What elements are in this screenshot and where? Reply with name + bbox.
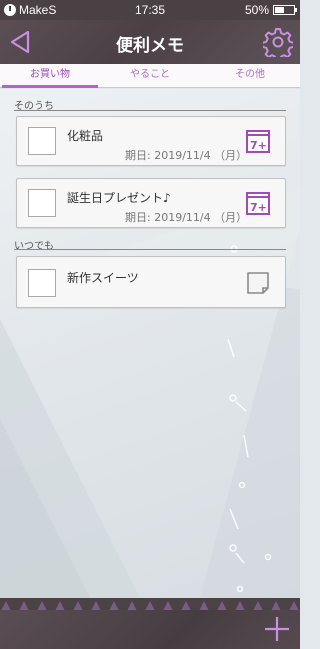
category-tabs: お買い物 やること その他 (0, 64, 300, 88)
add-memo-button[interactable] (262, 614, 292, 644)
page-title: 便利メモ (116, 36, 184, 56)
section-divider (14, 249, 286, 250)
memo-due-date: 期日: 2019/11/4 （月） (125, 149, 248, 162)
memo-checkbox[interactable] (28, 189, 56, 217)
memo-note-icon[interactable] (245, 270, 271, 296)
bottom-bar (0, 610, 300, 649)
gear-icon (261, 28, 295, 62)
status-bar: MakeS 17:35 50% (0, 0, 300, 20)
memo-checkbox[interactable] (28, 269, 56, 297)
svg-text:7+: 7+ (250, 201, 267, 214)
app-header: 便利メモ (0, 20, 300, 64)
tab-other[interactable]: その他 (200, 64, 300, 87)
footer-decoration (0, 598, 300, 613)
section-divider (14, 110, 286, 111)
settings-button[interactable] (261, 27, 295, 62)
memo-title: 誕生日プレゼント♪ (67, 191, 171, 205)
tab-shopping[interactable]: お買い物 (0, 64, 100, 88)
calendar-plus-icon[interactable]: 7+ (245, 128, 271, 154)
memo-item[interactable]: 新作スイーツ (16, 256, 286, 308)
memo-checkbox[interactable] (28, 127, 56, 155)
memo-title: 化粧品 (67, 129, 104, 143)
battery-icon (273, 5, 297, 15)
plus-icon (265, 617, 289, 641)
svg-text:7+: 7+ (250, 139, 267, 152)
tab-todo[interactable]: やること (100, 64, 200, 87)
memo-item[interactable]: 化粧品 期日: 2019/11/4 （月） 7+ (16, 116, 286, 166)
calendar-plus-icon[interactable]: 7+ (245, 190, 271, 216)
memo-title: 新作スイーツ (67, 271, 139, 285)
memo-list-area[interactable]: そのうち 化粧品 期日: 2019/11/4 （月） 7+ 誕生日プレゼント♪ … (0, 89, 300, 598)
memo-due-date: 期日: 2019/11/4 （月） (125, 211, 248, 224)
status-bar-battery-group: 50% (244, 3, 297, 17)
battery-level: 50% (244, 3, 269, 17)
memo-item[interactable]: 誕生日プレゼント♪ 期日: 2019/11/4 （月） 7+ (16, 178, 286, 228)
